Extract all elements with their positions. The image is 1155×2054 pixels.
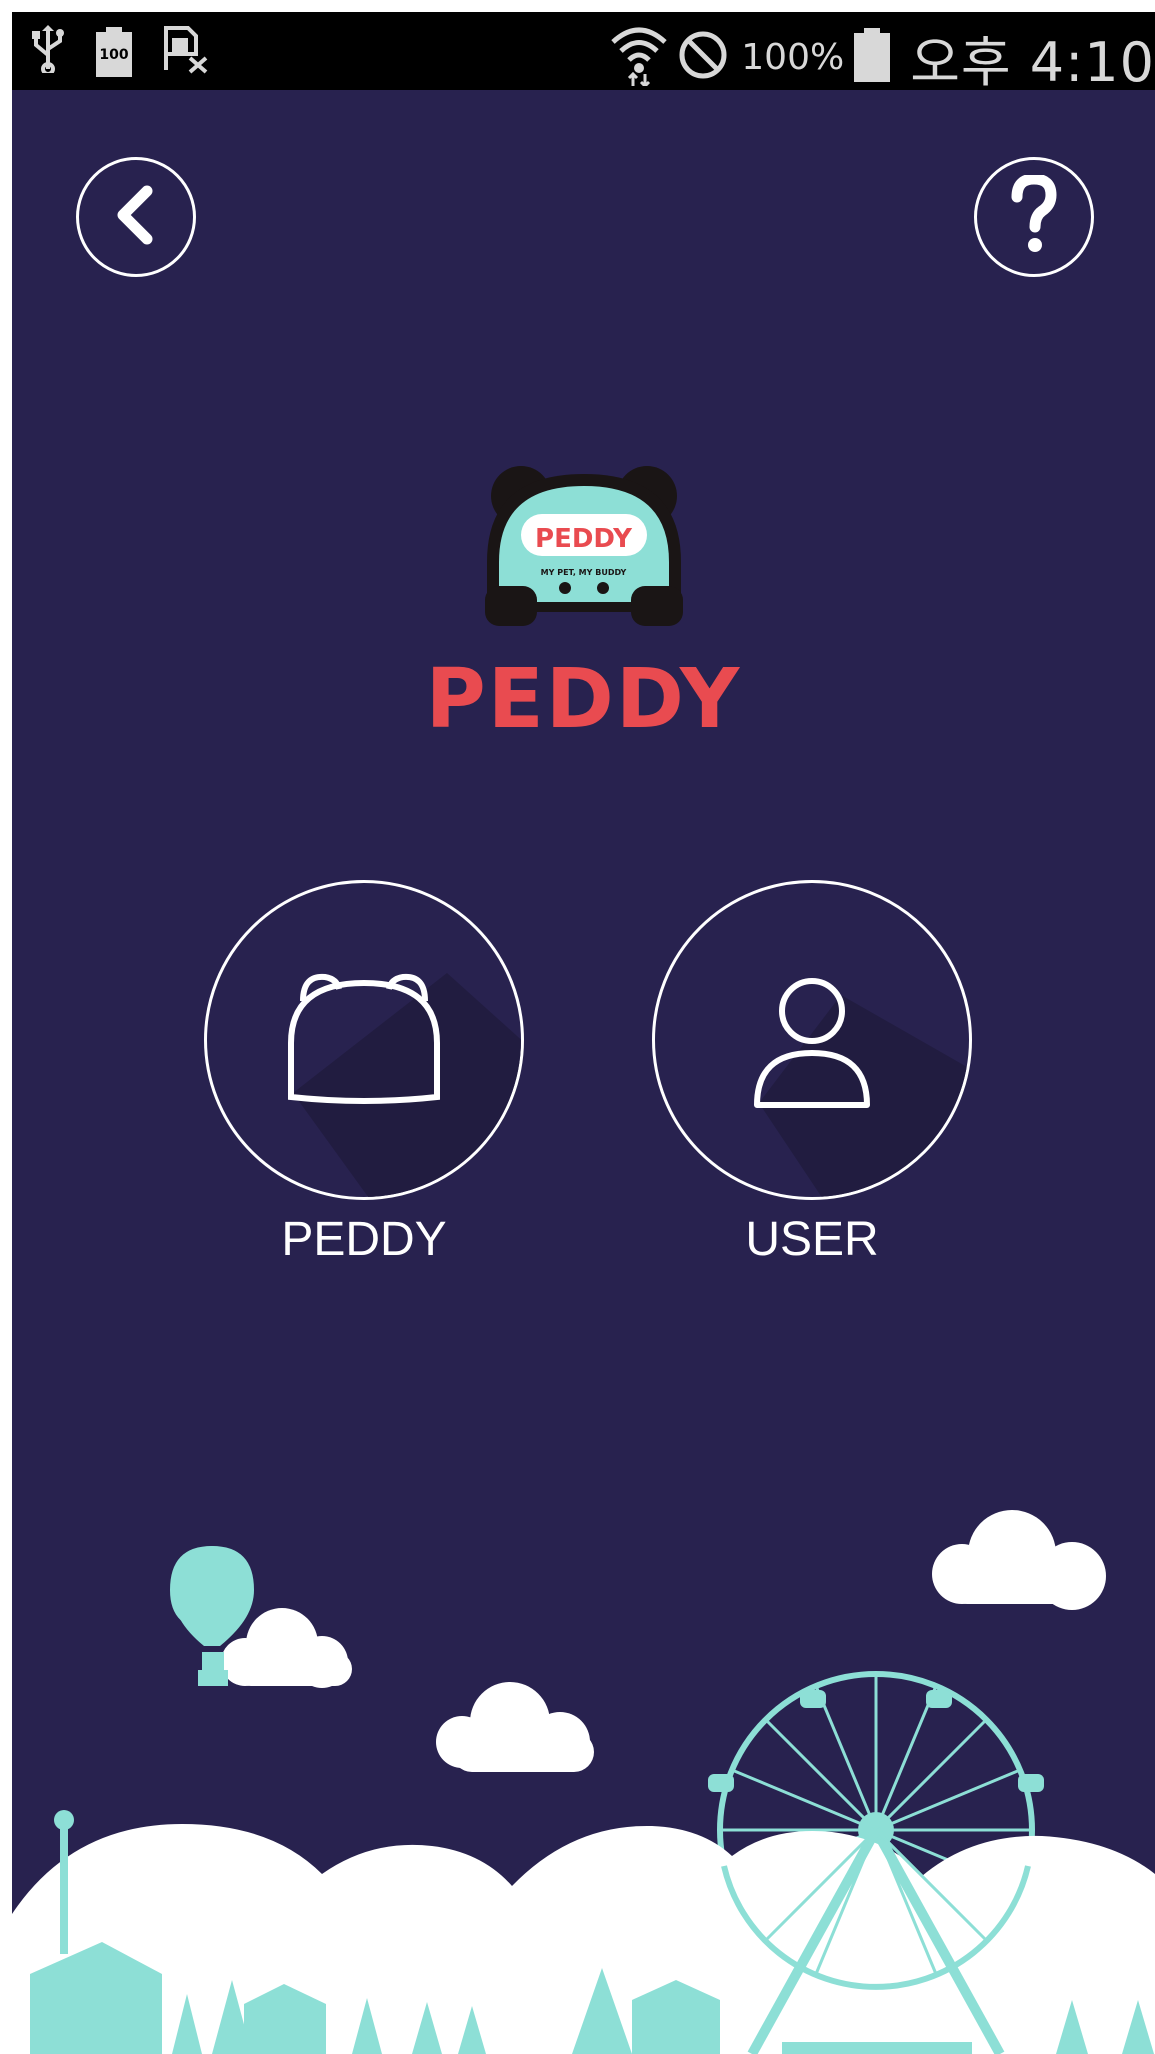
cloud-icon xyxy=(436,1682,594,1772)
cloud-icon xyxy=(932,1510,1106,1610)
wifi-icon xyxy=(611,24,667,91)
battery-widget-label: 100 xyxy=(99,46,129,63)
back-button[interactable] xyxy=(76,157,196,277)
chevron-left-icon xyxy=(111,185,161,250)
question-mark-icon xyxy=(1009,172,1059,260)
battery-icon xyxy=(854,28,891,87)
no-sim-icon xyxy=(162,24,210,79)
user-option-label: USER xyxy=(745,1213,879,1266)
amusement-park-illustration xyxy=(12,1510,1155,2054)
do-not-disturb-icon xyxy=(677,29,729,86)
battery-widget-icon: 100 xyxy=(96,26,132,77)
brand-name: PEDDY xyxy=(425,652,742,747)
user-option[interactable]: USER xyxy=(652,880,972,1267)
logo-tagline: MY PET, MY BUDDY xyxy=(540,568,627,577)
app-screen: 100 100% 오후 4:10 PEDDY MY PET, MY BUDDY … xyxy=(12,12,1155,2054)
peddy-option[interactable]: PEDDY xyxy=(204,880,524,1267)
status-bar: 100 100% 오후 4:10 xyxy=(12,12,1155,94)
logo: PEDDY MY PET, MY BUDDY PEDDY xyxy=(12,462,1155,747)
peddy-option-label: PEDDY xyxy=(281,1213,447,1266)
battery-percent: 100% xyxy=(741,37,845,78)
peddy-option-circle[interactable] xyxy=(204,880,524,1200)
clock: 오후 4:10 xyxy=(910,31,1155,94)
logo-badge-text: PEDDY xyxy=(535,524,632,554)
user-option-circle[interactable] xyxy=(652,880,972,1200)
help-button[interactable] xyxy=(974,157,1094,277)
usb-icon xyxy=(30,25,66,78)
